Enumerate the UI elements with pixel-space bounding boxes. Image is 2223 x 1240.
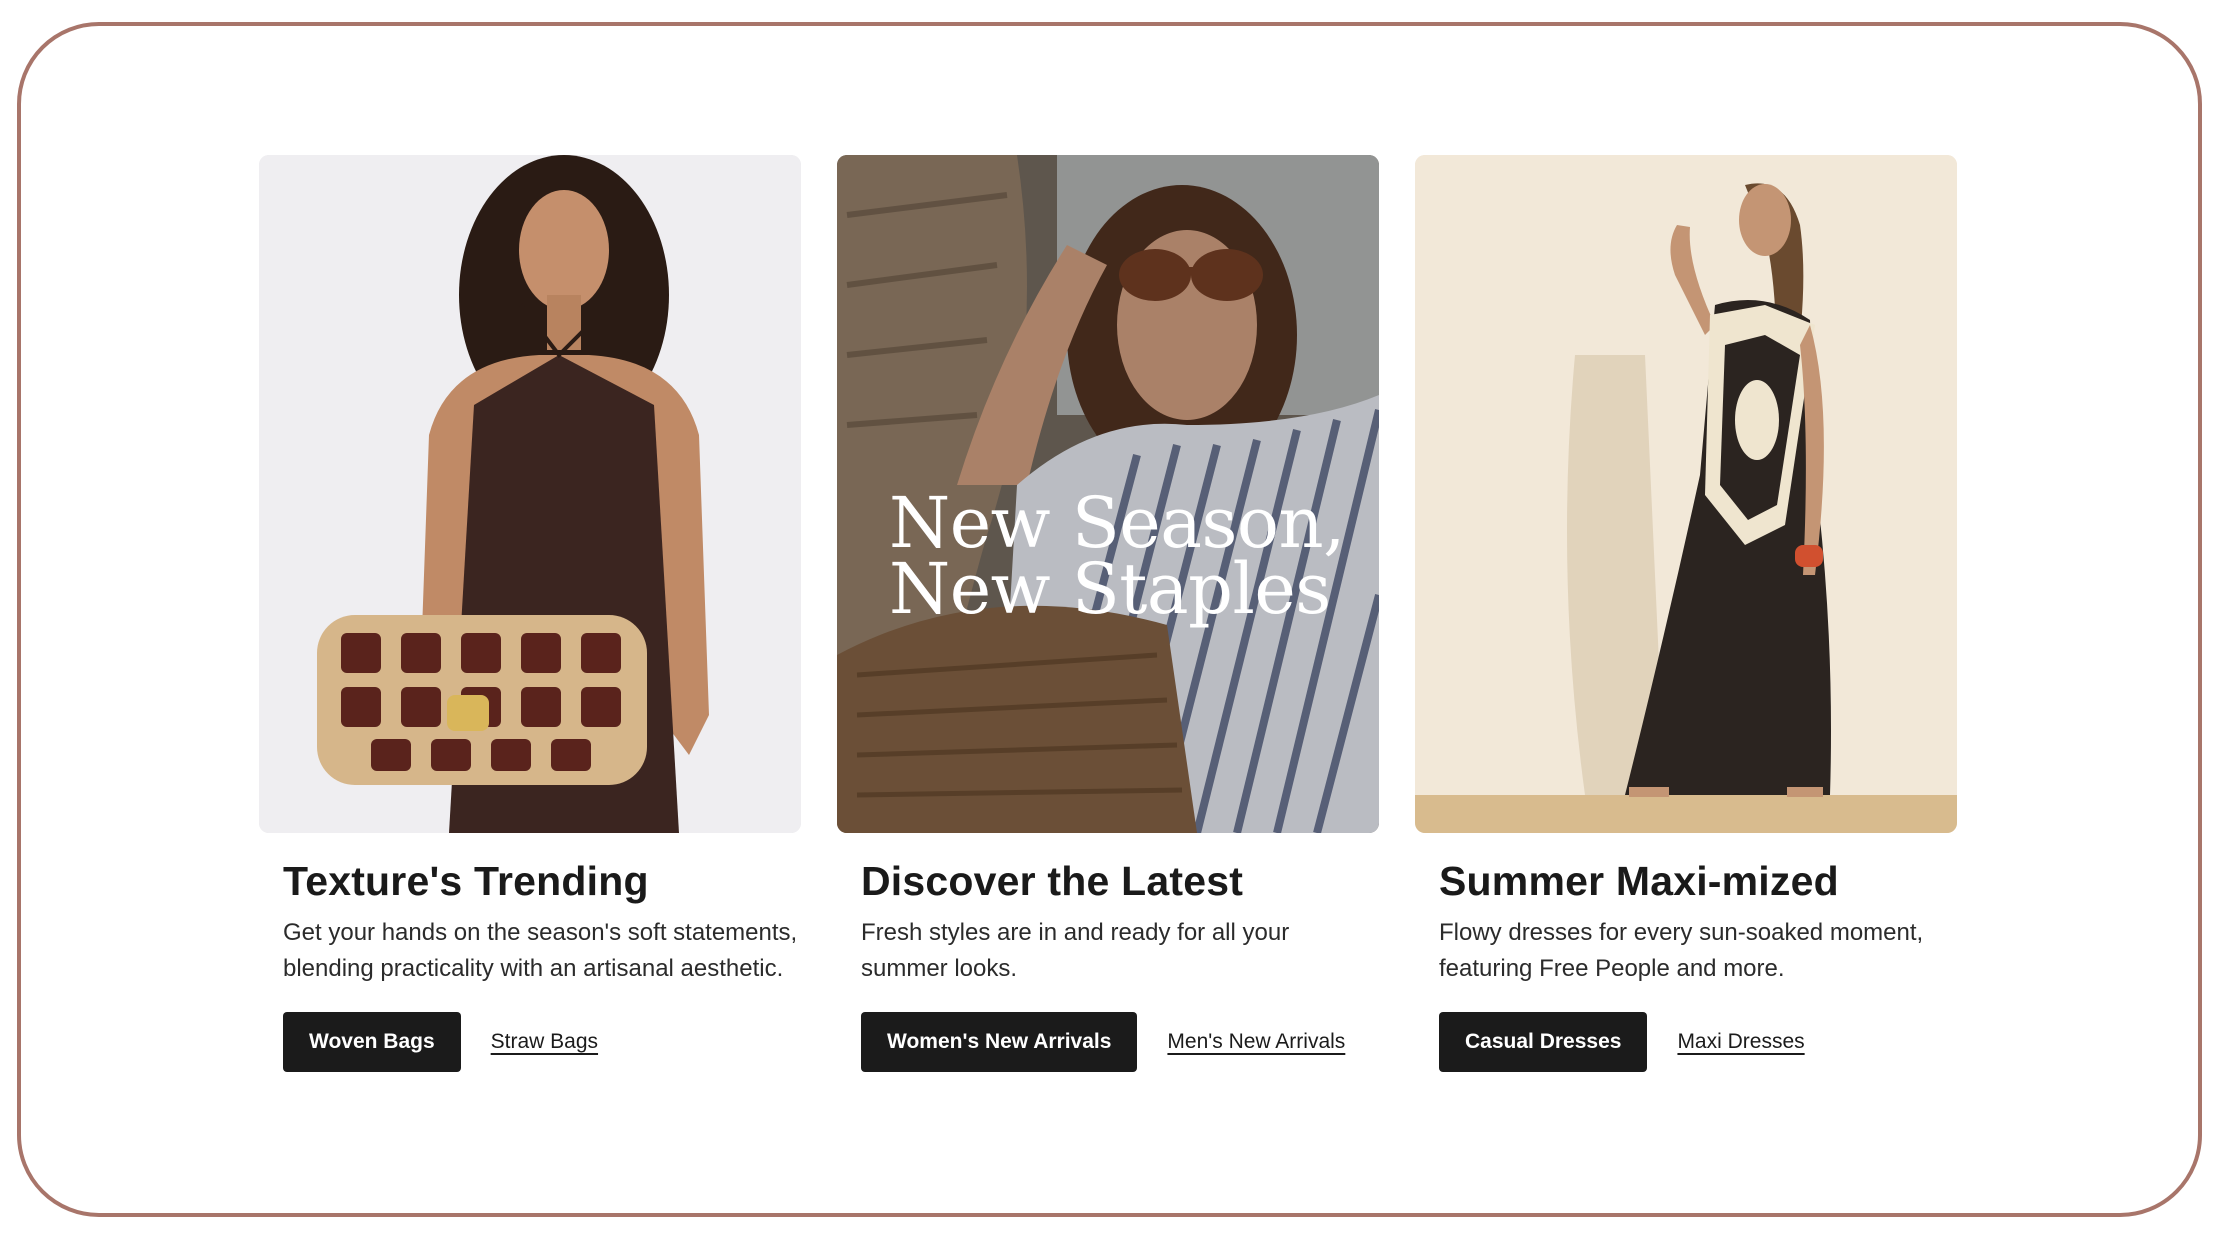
promo-card-summer: Summer Maxi-mized Flowy dresses for ever…	[1415, 155, 1957, 1072]
card-actions: Casual Dresses Maxi Dresses	[1439, 1012, 1957, 1072]
promo-card-textures: Texture's Trending Get your hands on the…	[259, 155, 801, 1072]
card-description: Fresh styles are in and ready for all yo…	[861, 919, 1290, 982]
model-in-maxi-dress-illustration	[1415, 155, 1957, 833]
woven-bags-button[interactable]: Woven Bags	[283, 1012, 461, 1072]
card-description: Flowy dresses for every sun-soaked momen…	[1439, 919, 1924, 982]
card-title: Summer Maxi-mized	[1439, 858, 1839, 904]
womens-new-arrivals-button[interactable]: Women's New Arrivals	[861, 1012, 1138, 1072]
promo-card-discover: New Season, New Staples Discover the Lat…	[837, 155, 1379, 1072]
model-with-woven-bag-illustration	[259, 155, 801, 833]
promo-image-new-season[interactable]: New Season, New Staples	[837, 155, 1379, 833]
promo-image-maxi-dress[interactable]	[1415, 155, 1957, 833]
card-description: Get your hands on the season's soft stat…	[283, 919, 798, 982]
overlay-line-2: New Staples	[889, 548, 1331, 630]
card-actions: Woven Bags Straw Bags	[283, 1012, 801, 1072]
card-title: Texture's Trending	[283, 858, 649, 904]
image-overlay-headline: New Season, New Staples	[889, 482, 1345, 630]
maxi-dresses-link[interactable]: Maxi Dresses	[1677, 1030, 1804, 1054]
casual-dresses-button[interactable]: Casual Dresses	[1439, 1012, 1648, 1072]
card-actions: Women's New Arrivals Men's New Arrivals	[861, 1012, 1379, 1072]
straw-bags-link[interactable]: Straw Bags	[491, 1030, 598, 1054]
promo-image-woven-bag[interactable]	[259, 155, 801, 833]
card-title: Discover the Latest	[861, 858, 1244, 904]
mens-new-arrivals-link[interactable]: Men's New Arrivals	[1167, 1030, 1345, 1054]
overlay-line-1: New Season,	[889, 482, 1345, 564]
